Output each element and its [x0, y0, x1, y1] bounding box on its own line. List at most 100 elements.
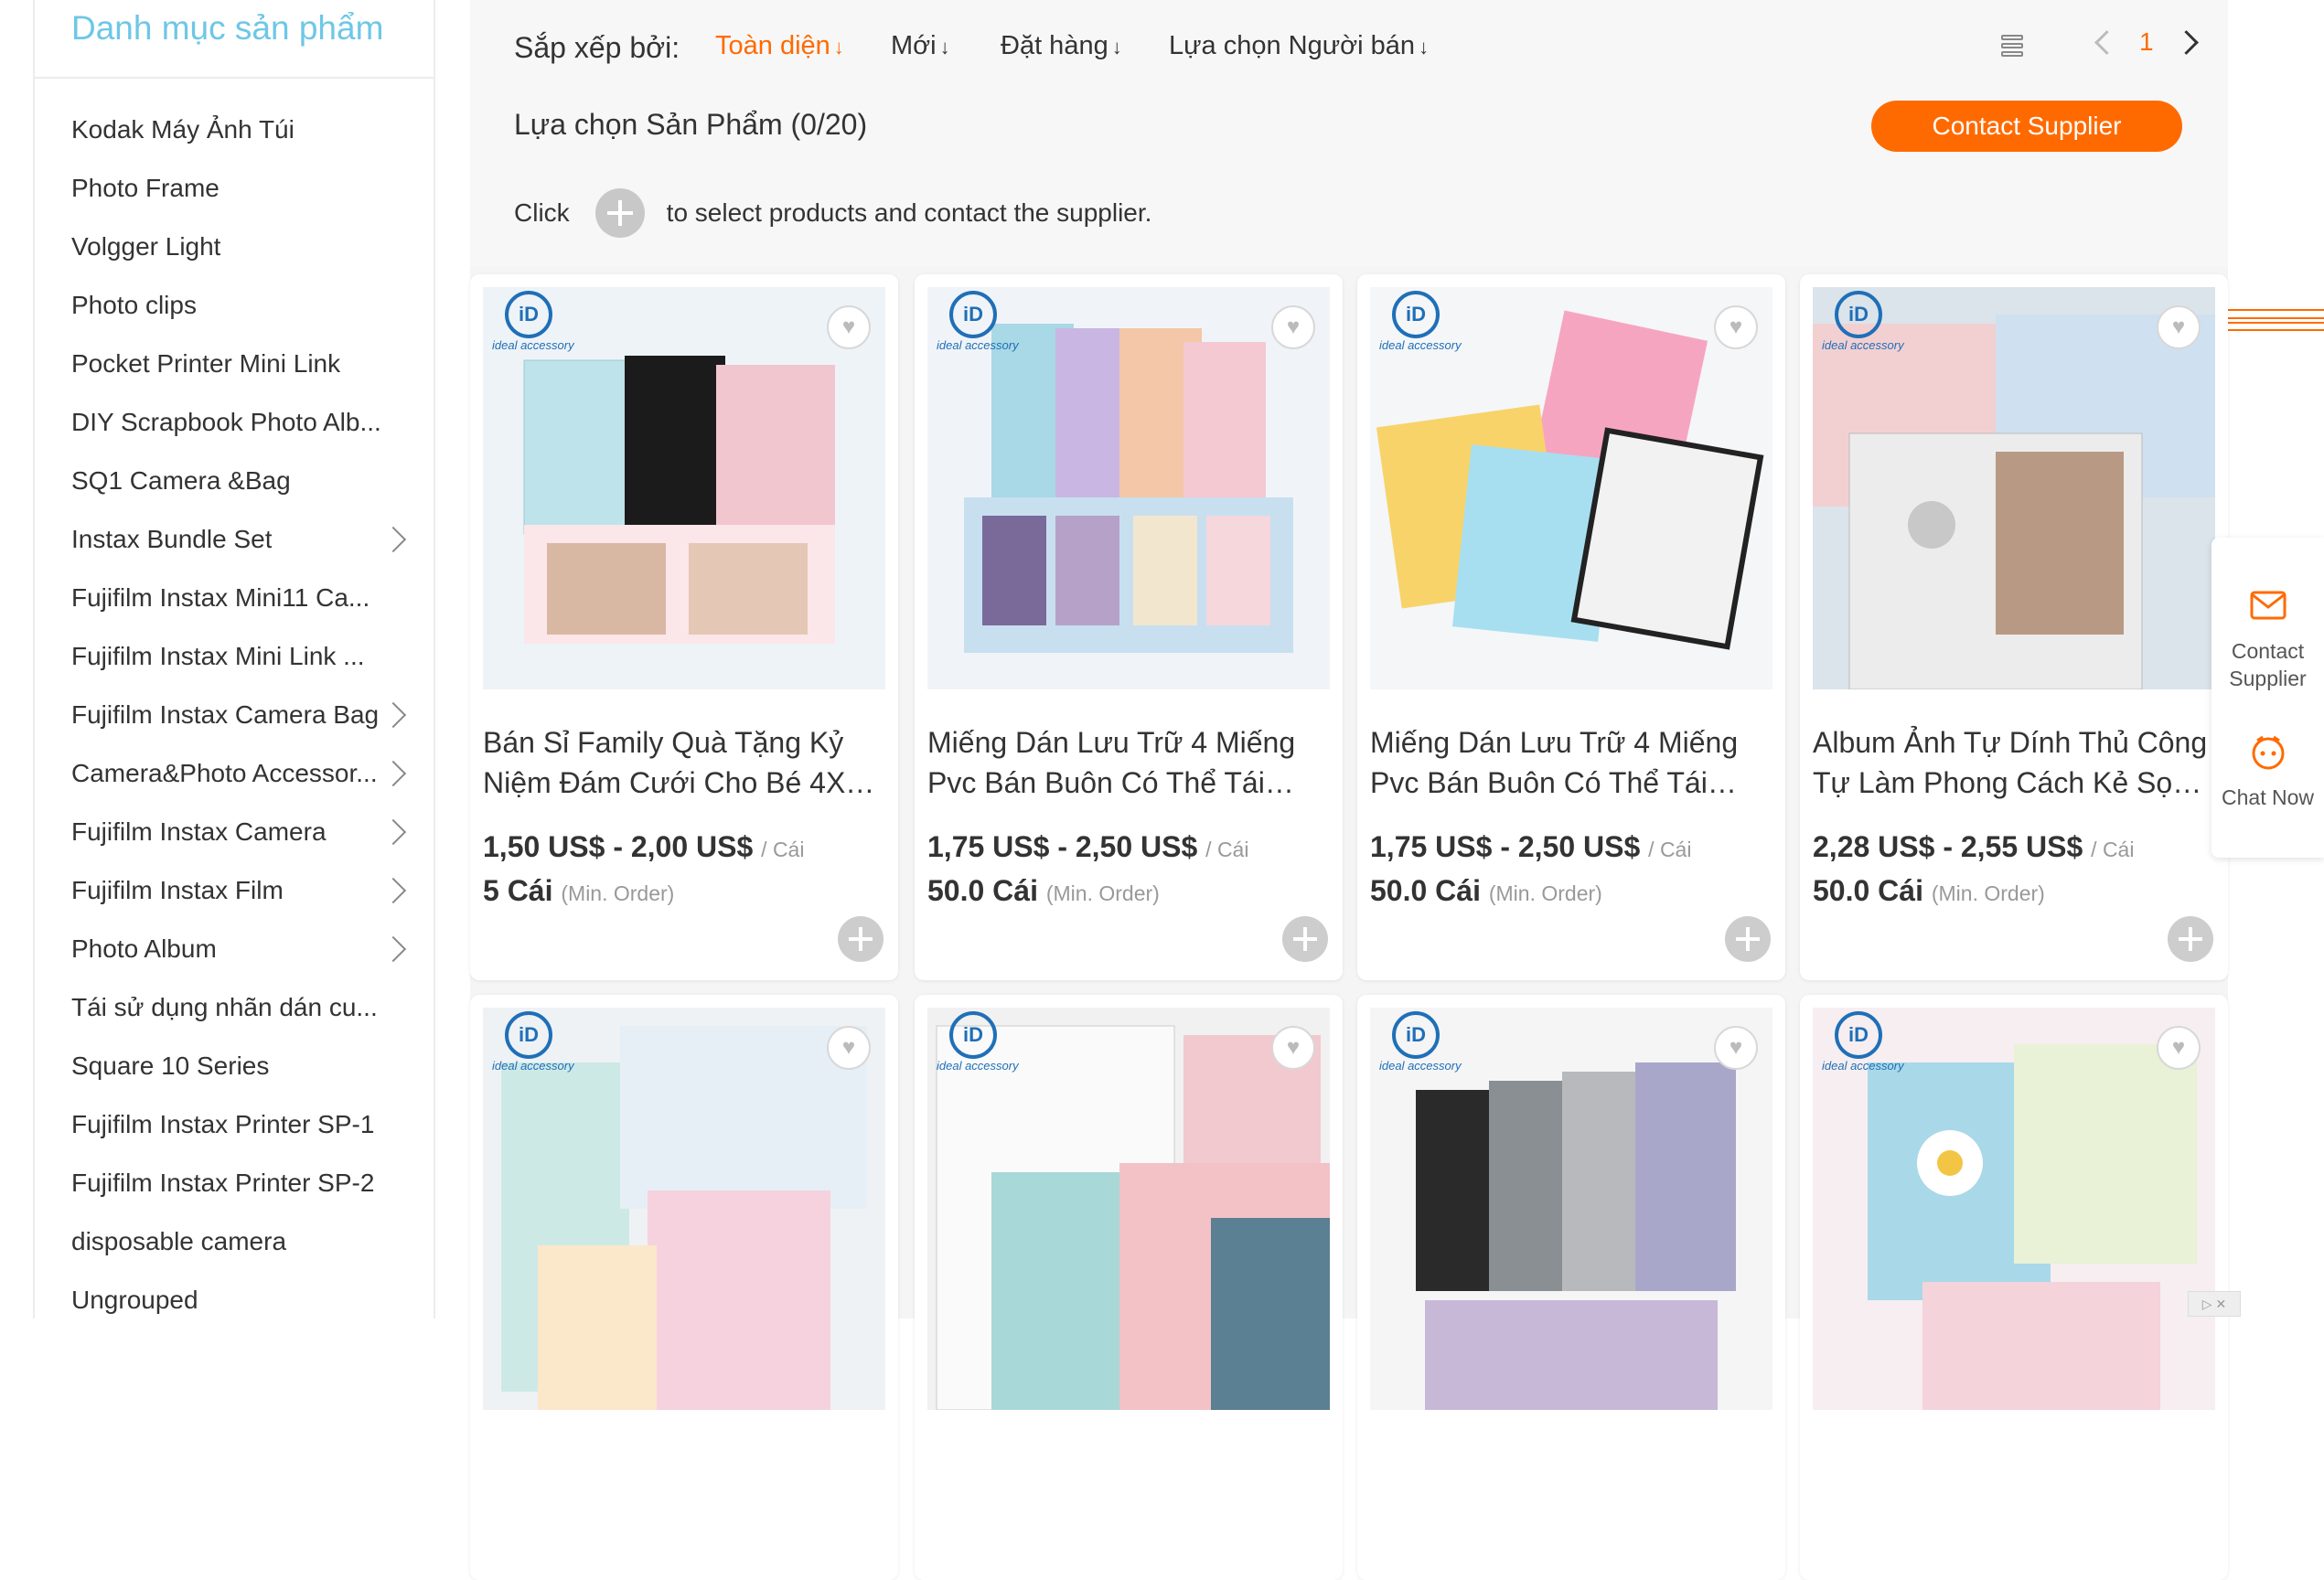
- sidebar-item[interactable]: DIY Scrapbook Photo Alb...: [35, 393, 434, 452]
- hint-suffix: to select products and contact the suppl…: [666, 198, 1152, 227]
- brand-logo: iD ideal accessory: [492, 291, 602, 352]
- add-to-selection-icon[interactable]: [838, 916, 884, 962]
- close-ad-icon[interactable]: ▷ ✕: [2188, 1291, 2241, 1317]
- add-to-selection-icon[interactable]: [1282, 916, 1328, 962]
- sidebar-item[interactable]: Photo Album: [35, 920, 434, 978]
- chat-icon: [2252, 735, 2284, 770]
- sidebar-item-label: Camera&Photo Accessor...: [71, 759, 378, 787]
- prev-page-icon[interactable]: [2094, 29, 2119, 55]
- favorite-heart-icon[interactable]: ♥: [1714, 1026, 1758, 1070]
- favorite-heart-icon[interactable]: ♥: [827, 1026, 871, 1070]
- sidebar-item-label: Fujifilm Instax Mini Link ...: [71, 642, 365, 670]
- category-list: Kodak Máy Ảnh Túi Photo Frame Volgger Ligh…: [35, 101, 434, 1329]
- sort-newest[interactable]: Mới ↓: [891, 31, 950, 61]
- sidebar-item-label: Ungrouped: [71, 1286, 198, 1314]
- brand-logo: iD ideal accessory: [1379, 291, 1489, 352]
- product-price: 1,75 US$ - 2,50 US$ / Cái: [1370, 830, 1692, 863]
- product-title[interactable]: Bán Sỉ Family Quà Tặng Kỷ Niệm Đám Cưới …: [483, 722, 885, 803]
- sidebar-item[interactable]: Fujifilm Instax Film: [35, 861, 434, 920]
- favorite-heart-icon[interactable]: ♥: [827, 305, 871, 349]
- current-page: 1: [2139, 27, 2154, 56]
- list-view-icon[interactable]: [2001, 35, 2023, 57]
- sidebar-item[interactable]: Fujifilm Instax Mini11 Ca...: [35, 569, 434, 627]
- floating-contact-panel: Contact Supplier Chat Now: [2212, 538, 2324, 858]
- favorite-heart-icon[interactable]: ♥: [1271, 1026, 1315, 1070]
- sidebar-item[interactable]: Instax Bundle Set: [35, 510, 434, 569]
- sort-seller-choice[interactable]: Lựa chọn Người bán ↓: [1169, 31, 1429, 61]
- chevron-right-icon[interactable]: [380, 760, 407, 787]
- product-card[interactable]: iD ideal accessory ♥ Album Ảnh Tự Dính Th…: [1800, 274, 2228, 980]
- sidebar-item[interactable]: Fujifilm Instax Camera: [35, 803, 434, 861]
- product-card[interactable]: iD ideal accessory ♥ Bán Sỉ Family Quà Tặ…: [470, 274, 898, 980]
- product-card[interactable]: iD ideal accessory ♥: [915, 995, 1343, 1580]
- sidebar-item-label: Photo clips: [71, 291, 197, 319]
- sidebar-item[interactable]: Square 10 Series: [35, 1037, 434, 1095]
- sidebar-item[interactable]: Fujifilm Instax Mini Link ...: [35, 627, 434, 686]
- product-price: 1,75 US$ - 2,50 US$ / Cái: [927, 830, 1249, 863]
- contact-label-1: Contact: [2231, 639, 2305, 663]
- sidebar-item[interactable]: Volgger Light: [35, 218, 434, 276]
- sidebar-item-label: Fujifilm Instax Printer SP-1: [71, 1110, 375, 1138]
- hint-prefix: Click: [514, 198, 570, 227]
- category-sidebar: Danh mục sản phẩm Kodak Máy Ảnh Túi Photo…: [33, 0, 435, 1318]
- product-title[interactable]: Miếng Dán Lưu Trữ 4 Miếng Pvc Bán Buôn C…: [927, 722, 1330, 803]
- brand-logo: iD ideal accessory: [937, 1011, 1046, 1073]
- sidebar-item-label: Fujifilm Instax Camera Bag: [71, 700, 380, 729]
- product-moq: 50.0 Cái (Min. Order): [927, 874, 1160, 907]
- sidebar-item-label: Fujifilm Instax Mini11 Ca...: [71, 583, 370, 612]
- sidebar-item-label: Pocket Printer Mini Link: [71, 349, 341, 378]
- sidebar-item[interactable]: Fujifilm Instax Printer SP-1: [35, 1095, 434, 1154]
- contact-supplier-button[interactable]: Contact Supplier: [1871, 101, 2182, 152]
- add-to-selection-icon[interactable]: [2168, 916, 2213, 962]
- chat-label: Chat Now: [2222, 785, 2314, 809]
- product-moq: 50.0 Cái (Min. Order): [1370, 874, 1602, 907]
- sidebar-item[interactable]: disposable camera: [35, 1212, 434, 1271]
- chevron-right-icon[interactable]: [380, 701, 407, 729]
- toolbar: Sắp xếp bởi: Toàn diện ↓ Mới ↓ Đặt hàng ↓ L…: [470, 0, 2324, 331]
- sidebar-item-label: DIY Scrapbook Photo Alb...: [71, 408, 381, 436]
- brand-logo: iD ideal accessory: [492, 1011, 602, 1073]
- brand-logo: iD ideal accessory: [937, 291, 1046, 352]
- product-card[interactable]: iD ideal accessory ♥: [470, 995, 898, 1580]
- sidebar-item[interactable]: Fujifilm Instax Printer SP-2: [35, 1154, 434, 1212]
- floating-contact-supplier[interactable]: Contact Supplier: [2212, 585, 2324, 692]
- sidebar-item-label: Square 10 Series: [71, 1052, 270, 1080]
- sort-label: Sắp xếp bởi:: [514, 31, 680, 64]
- chevron-right-icon[interactable]: [380, 818, 407, 846]
- sidebar-item[interactable]: Photo Frame: [35, 159, 434, 218]
- sort-orders[interactable]: Đặt hàng ↓: [1001, 31, 1122, 61]
- sidebar-item-label: Volgger Light: [71, 232, 221, 261]
- add-to-selection-icon[interactable]: [1725, 916, 1771, 962]
- sidebar-item[interactable]: Ungrouped: [35, 1271, 434, 1329]
- sidebar-item[interactable]: Kodak Máy Ảnh Túi: [35, 101, 434, 159]
- sidebar-item[interactable]: Fujifilm Instax Camera Bag: [35, 686, 434, 744]
- sidebar-item-label: Fujifilm Instax Camera: [71, 817, 327, 846]
- product-card[interactable]: iD ideal accessory ♥ Miếng Dán Lưu Trữ 4 …: [915, 274, 1343, 980]
- favorite-heart-icon[interactable]: ♥: [1714, 305, 1758, 349]
- sidebar-item[interactable]: SQ1 Camera &Bag: [35, 452, 434, 510]
- product-card[interactable]: iD ideal accessory ♥: [1800, 995, 2228, 1580]
- sidebar-item[interactable]: Tái sử dụng nhãn dán cu...: [35, 978, 434, 1037]
- plus-icon: [594, 188, 645, 238]
- sidebar-item[interactable]: Camera&Photo Accessor...: [35, 744, 434, 803]
- product-card[interactable]: iD ideal accessory ♥: [1357, 995, 1785, 1580]
- favorite-heart-icon[interactable]: ♥: [1271, 305, 1315, 349]
- next-page-icon[interactable]: [2173, 29, 2199, 55]
- sidebar-title: Danh mục sản phẩm: [35, 0, 434, 79]
- chevron-right-icon[interactable]: [380, 935, 407, 963]
- sidebar-item-label: Photo Frame: [71, 174, 220, 202]
- product-title[interactable]: Miếng Dán Lưu Trữ 4 Miếng Pvc Bán Buôn C…: [1370, 722, 1772, 803]
- chevron-right-icon[interactable]: [380, 526, 407, 553]
- favorite-heart-icon[interactable]: ♥: [2157, 1026, 2201, 1070]
- main-panel: Sắp xếp bởi: Toàn diện ↓ Mới ↓ Đặt hàng ↓ L…: [470, 0, 2324, 1580]
- brand-logo: iD ideal accessory: [1822, 291, 1932, 352]
- favorite-heart-icon[interactable]: ♥: [2157, 305, 2201, 349]
- sidebar-item[interactable]: Photo clips: [35, 276, 434, 335]
- sort-comprehensive[interactable]: Toàn diện ↓: [715, 31, 844, 61]
- chevron-right-icon[interactable]: [380, 877, 407, 904]
- sidebar-item[interactable]: Pocket Printer Mini Link: [35, 335, 434, 393]
- product-moq: 50.0 Cái (Min. Order): [1813, 874, 2045, 907]
- product-card[interactable]: iD ideal accessory ♥ Miếng Dán Lưu Trữ 4 …: [1357, 274, 1785, 980]
- floating-chat-now[interactable]: Chat Now: [2212, 731, 2324, 811]
- product-title[interactable]: Album Ảnh Tự Dính Thủ Công Tự Làm Phong …: [1813, 722, 2215, 803]
